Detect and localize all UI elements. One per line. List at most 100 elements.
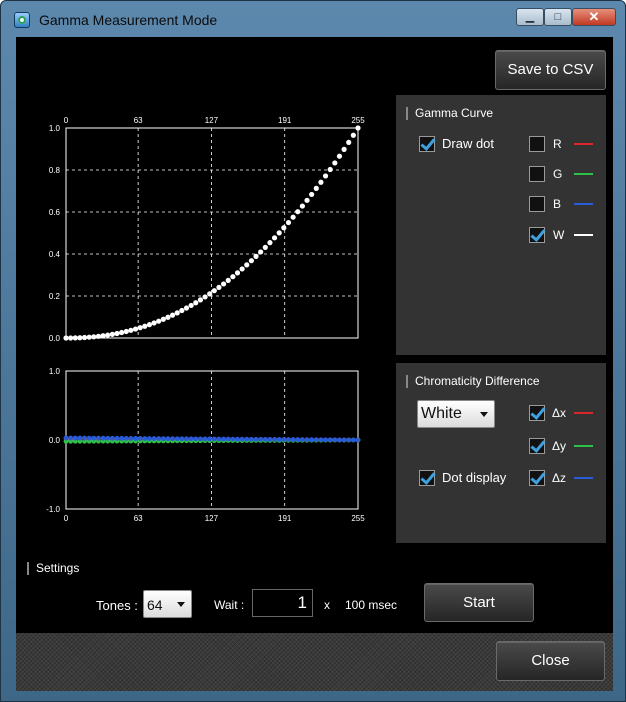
- chroma-point-delta-z: [96, 435, 101, 441]
- x-tick-label: 191: [278, 116, 292, 125]
- client-area: Save to CSV 0 63 127 191 255 0.0 0.2 0.4 0.6 0.8 1…: [16, 37, 613, 633]
- x-tick-label: 127: [205, 514, 219, 523]
- gamma-point-w: [350, 132, 356, 138]
- chroma-point-delta-z: [68, 435, 74, 441]
- channel-b-label: B: [553, 197, 562, 211]
- gamma-point-w: [313, 185, 319, 191]
- chroma-point-delta-z: [91, 435, 97, 441]
- chroma-point-delta-z: [290, 437, 296, 442]
- chroma-point-delta-z: [258, 436, 264, 442]
- chroma-point-delta-z: [133, 436, 138, 441]
- gamma-point-w: [318, 179, 324, 185]
- y-tick-label: 0.0: [49, 334, 61, 343]
- delta-x-label: Δx: [552, 406, 567, 420]
- gamma-point-w: [220, 281, 227, 287]
- multiplier-label: x: [324, 598, 330, 612]
- channel-b-checkbox[interactable]: [529, 196, 545, 212]
- gamma-point-w: [156, 318, 162, 324]
- y-tick-label: 0.0: [49, 436, 61, 445]
- gamma-point-w: [109, 331, 115, 337]
- gamma-point-w: [207, 291, 213, 297]
- chroma-point-delta-z: [160, 436, 166, 442]
- chroma-point-delta-z: [262, 436, 268, 442]
- chroma-point-delta-z: [156, 436, 162, 441]
- chroma-panel: Chromaticity Difference White Dot displa…: [396, 363, 606, 543]
- chroma-point-delta-z: [165, 436, 171, 442]
- chroma-point-delta-z: [216, 436, 222, 442]
- channel-w-checkbox[interactable]: [529, 227, 545, 243]
- gamma-point-w: [132, 326, 139, 332]
- gamma-point-w: [174, 310, 180, 316]
- channel-r-checkbox[interactable]: [529, 136, 545, 152]
- gamma-point-w: [216, 284, 222, 290]
- save-to-csv-button[interactable]: Save to CSV: [495, 50, 606, 90]
- gamma-point-w: [332, 160, 338, 166]
- close-button[interactable]: Close: [496, 641, 605, 681]
- tones-dropdown[interactable]: 64: [143, 590, 192, 618]
- chroma-point-delta-z: [207, 436, 213, 442]
- gamma-point-w: [327, 166, 333, 173]
- chroma-point-delta-z: [86, 435, 92, 441]
- title-bar[interactable]: Gamma Measurement Mode ▁ □ ✕: [1, 1, 626, 37]
- window-title: Gamma Measurement Mode: [39, 12, 218, 28]
- chroma-point-delta-z: [248, 436, 254, 442]
- channel-w-swatch: [574, 234, 593, 236]
- gamma-point-w: [285, 219, 292, 226]
- close-window-button[interactable]: ✕: [572, 8, 616, 26]
- chroma-point-delta-z: [193, 436, 199, 442]
- x-tick-label: 63: [134, 514, 143, 523]
- x-tick-label: 255: [351, 116, 365, 125]
- gamma-point-w: [68, 335, 74, 341]
- gamma-point-w: [304, 197, 310, 203]
- y-tick-label: 0.2: [49, 292, 61, 301]
- gamma-point-w: [299, 203, 305, 209]
- chroma-point-delta-z: [299, 437, 305, 443]
- y-tick-label: 0.8: [49, 166, 61, 175]
- chroma-point-delta-z: [230, 436, 236, 442]
- start-button[interactable]: Start: [424, 583, 534, 622]
- delta-x-checkbox[interactable]: [529, 405, 545, 421]
- wait-input[interactable]: 1: [252, 589, 313, 617]
- delta-z-checkbox[interactable]: [529, 470, 545, 486]
- channel-g-checkbox[interactable]: [529, 166, 545, 182]
- gamma-point-w: [225, 277, 231, 283]
- chroma-point-delta-z: [332, 437, 338, 443]
- x-tick-label: 0: [64, 514, 69, 523]
- tones-value: 64: [147, 597, 163, 613]
- maximize-button[interactable]: □: [544, 8, 572, 26]
- chroma-point-delta-z: [295, 437, 301, 442]
- chevron-down-icon: [480, 412, 488, 417]
- chroma-point-delta-z: [350, 437, 356, 443]
- unit-label: 100 msec: [345, 598, 398, 612]
- chroma-chart-container: 0 63 127 191 255 1.0 0.0 -1.0: [28, 363, 396, 543]
- chroma-point-delta-z: [304, 437, 310, 443]
- gamma-point-w: [341, 146, 347, 152]
- chroma-point-delta-z: [114, 435, 120, 441]
- gamma-point-w: [81, 334, 88, 341]
- minimize-button[interactable]: ▁: [516, 8, 544, 26]
- chroma-point-delta-z: [179, 436, 185, 442]
- chroma-point-delta-z: [142, 436, 148, 441]
- gamma-point-w: [183, 305, 190, 311]
- draw-dot-checkbox[interactable]: [419, 136, 435, 152]
- chroma-point-delta-z: [188, 436, 194, 442]
- gamma-point-w: [248, 258, 254, 264]
- channel-g-label: G: [553, 167, 563, 181]
- gamma-point-w: [309, 191, 315, 198]
- gamma-point-w: [63, 335, 69, 341]
- chroma-source-dropdown[interactable]: White: [417, 400, 495, 428]
- gamma-point-w: [202, 294, 208, 300]
- draw-dot-label: Draw dot: [442, 136, 495, 151]
- delta-z-swatch: [574, 477, 593, 479]
- chroma-point-delta-z: [225, 436, 231, 442]
- delta-y-checkbox[interactable]: [529, 438, 545, 454]
- gamma-point-w: [253, 253, 259, 259]
- gamma-point-w: [230, 274, 236, 280]
- gamma-point-w: [142, 323, 148, 329]
- gamma-point-w: [336, 153, 343, 159]
- gamma-point-w: [100, 333, 106, 339]
- dot-display-checkbox[interactable]: [419, 470, 435, 486]
- chroma-point-delta-z: [318, 437, 324, 443]
- delta-y-swatch: [574, 445, 593, 447]
- gamma-point-w: [258, 249, 264, 255]
